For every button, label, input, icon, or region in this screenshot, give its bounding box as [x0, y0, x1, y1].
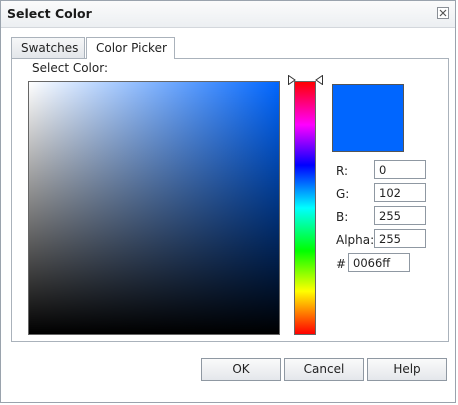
cancel-button[interactable]: Cancel [284, 358, 364, 381]
hue-slider[interactable] [294, 81, 316, 335]
select-color-dialog: Select Color Swatches Color Picker Selec… [0, 0, 456, 403]
close-icon[interactable] [437, 7, 449, 19]
b-input[interactable] [374, 206, 426, 225]
g-label: G: [336, 187, 350, 201]
r-input[interactable] [374, 160, 426, 179]
r-label: R: [336, 164, 349, 178]
tab-color-picker[interactable]: Color Picker [86, 37, 175, 59]
select-color-label: Select Color: [32, 61, 108, 75]
alpha-input[interactable] [374, 229, 426, 248]
dialog-title: Select Color [7, 6, 92, 21]
saturation-brightness-field[interactable] [28, 81, 280, 335]
alpha-label: Alpha: [336, 233, 375, 247]
hue-slider-right-arrow-icon[interactable] [315, 75, 323, 85]
g-input[interactable] [374, 183, 426, 202]
tab-swatches[interactable]: Swatches [11, 37, 85, 58]
title-bar: Select Color [1, 1, 455, 28]
ok-button[interactable]: OK [201, 358, 281, 381]
hex-input[interactable] [348, 253, 410, 272]
hex-label: # [336, 257, 347, 271]
help-button[interactable]: Help [367, 358, 447, 381]
b-label: B: [336, 210, 349, 224]
color-picker-panel: Select Color: R: G: B: Alpha: # [11, 58, 449, 342]
color-preview-swatch [332, 84, 404, 152]
